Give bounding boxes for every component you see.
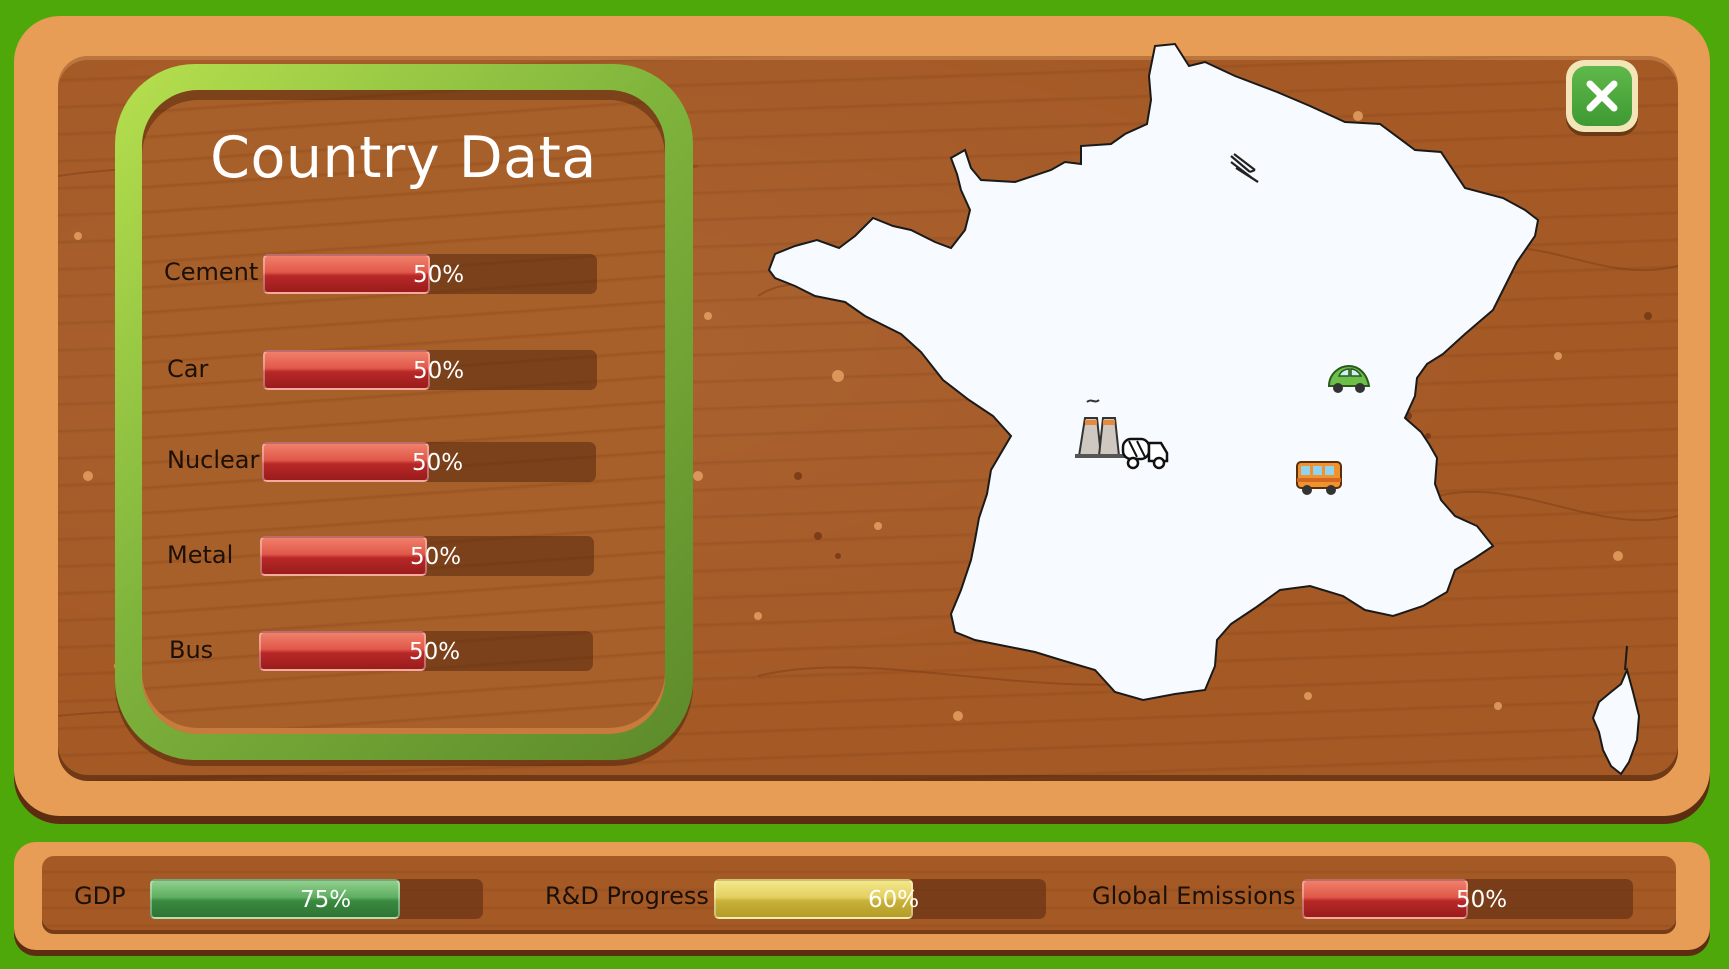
global-emissions-bar-fill — [1302, 879, 1468, 919]
sector-percent: 50% — [412, 450, 464, 476]
sector-bar-nuclear: 50% — [262, 442, 596, 482]
sector-bar-fill — [263, 350, 430, 390]
close-button[interactable] — [1566, 60, 1638, 132]
country-map[interactable] — [765, 40, 1665, 780]
car-icon-graphic — [1327, 364, 1371, 393]
sector-bar-fill — [263, 254, 430, 294]
bus-icon[interactable] — [1293, 458, 1345, 503]
close-button-face — [1572, 66, 1632, 126]
sector-bar-bus: 50% — [259, 631, 593, 671]
sector-percent: 50% — [409, 639, 461, 665]
gdp-label: GDP — [74, 882, 126, 910]
sector-label-cement: Cement — [164, 258, 259, 286]
sector-bar-fill — [260, 536, 427, 576]
sector-percent: 50% — [413, 262, 465, 288]
gdp-bar: 75% — [150, 879, 483, 919]
sector-percent: 50% — [410, 544, 462, 570]
sector-bar-metal: 50% — [260, 536, 594, 576]
sector-label-nuclear: Nuclear — [167, 446, 260, 474]
sector-bar-car: 50% — [263, 350, 597, 390]
cement-truck-icon[interactable] — [1121, 431, 1171, 476]
sector-bar-fill — [262, 442, 429, 482]
sector-bar-cement: 50% — [263, 254, 597, 294]
global-emissions-percent: 50% — [1456, 887, 1508, 913]
car-icon[interactable] — [1325, 362, 1373, 401]
global-emissions-label: Global Emissions — [1092, 882, 1296, 910]
cement-truck-icon-graphic — [1121, 437, 1169, 470]
sector-percent: 50% — [413, 358, 465, 384]
sector-label-bus: Bus — [169, 636, 214, 664]
panel-title: Country Data — [210, 125, 597, 191]
rnd-progress-label: R&D Progress — [545, 882, 709, 910]
corsica-region[interactable] — [1591, 666, 1641, 776]
gdp-percent: 75% — [300, 887, 352, 913]
border-line — [1624, 645, 1628, 671]
metal-beams-icon-graphic — [1230, 153, 1259, 183]
close-icon — [1586, 80, 1618, 112]
gdp-bar-fill — [150, 879, 400, 919]
metal-beams-icon[interactable] — [1228, 150, 1264, 191]
sector-label-car: Car — [167, 355, 209, 383]
rnd-progress-bar: 60% — [714, 879, 1046, 919]
sector-bar-fill — [259, 631, 426, 671]
rnd-progress-percent: 60% — [868, 887, 920, 913]
global-emissions-bar: 50% — [1302, 879, 1633, 919]
mainland-region[interactable] — [767, 42, 1540, 702]
bus-icon-graphic — [1296, 461, 1342, 495]
sector-label-metal: Metal — [167, 541, 234, 569]
